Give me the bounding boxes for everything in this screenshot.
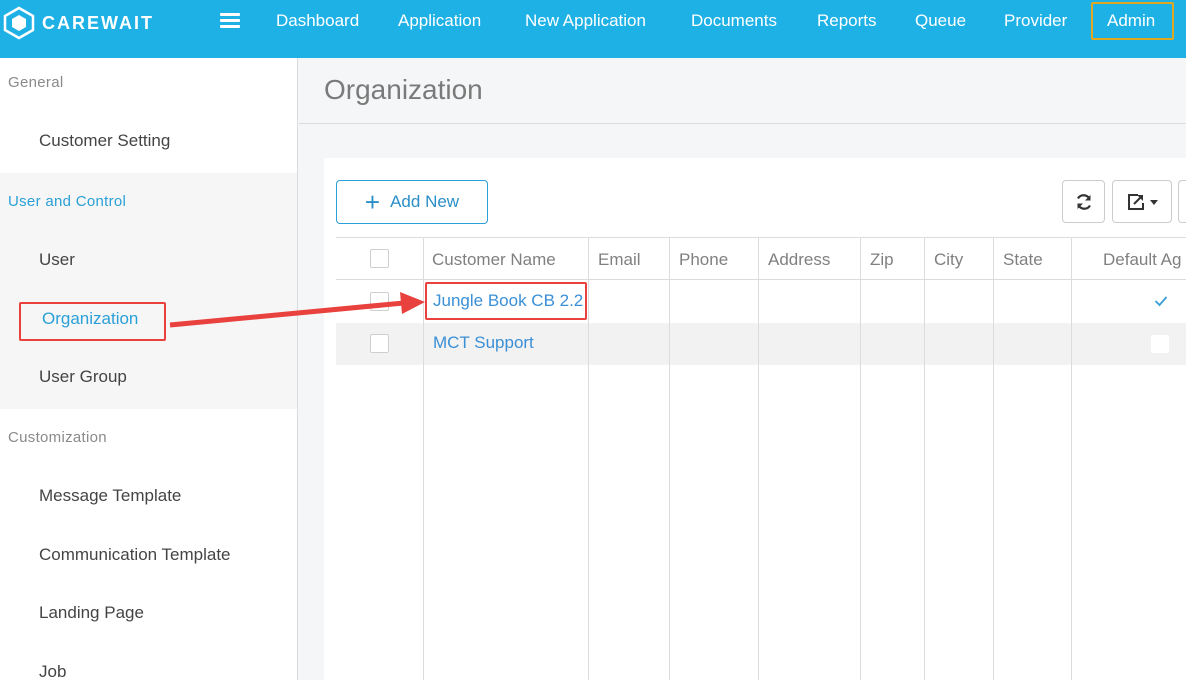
sidebar-item-communication-template[interactable]: Communication Template bbox=[39, 545, 231, 565]
sidebar-item-job[interactable]: Job bbox=[39, 662, 66, 680]
table-row[interactable]: MCT Support bbox=[336, 323, 1186, 365]
col-zip[interactable]: Zip bbox=[870, 250, 894, 270]
add-new-label: Add New bbox=[390, 192, 460, 211]
col-default-agency[interactable]: Default Ag bbox=[1103, 250, 1181, 270]
nav-new-application[interactable]: New Application bbox=[525, 10, 646, 32]
add-new-button[interactable]: + Add New bbox=[336, 180, 488, 224]
sidebar-item-message-template[interactable]: Message Template bbox=[39, 486, 181, 506]
refresh-icon bbox=[1076, 193, 1091, 210]
sidebar: General Customer Setting User and Contro… bbox=[0, 58, 298, 680]
nav-application[interactable]: Application bbox=[398, 10, 481, 32]
customer-name-link[interactable]: MCT Support bbox=[433, 333, 534, 353]
sidebar-item-user[interactable]: User bbox=[39, 250, 75, 270]
main-content: Organization + Add New Customer Name Ema… bbox=[299, 58, 1186, 680]
column-divider bbox=[993, 237, 994, 280]
chevron-down-icon bbox=[1149, 199, 1158, 205]
col-city[interactable]: City bbox=[934, 250, 963, 270]
column-divider bbox=[860, 237, 861, 280]
logo-text: CAREWAIT bbox=[42, 12, 154, 33]
sidebar-group-customization: Customization bbox=[8, 429, 107, 446]
column-divider bbox=[1071, 280, 1072, 680]
column-divider bbox=[758, 237, 759, 680]
sidebar-item-landing-page[interactable]: Landing Page bbox=[39, 603, 144, 623]
table-header: Customer Name Email Phone Address Zip Ci… bbox=[336, 237, 1186, 280]
col-customer-name[interactable]: Customer Name bbox=[432, 250, 556, 270]
column-divider bbox=[588, 237, 589, 680]
sidebar-item-user-group[interactable]: User Group bbox=[39, 367, 127, 387]
column-divider bbox=[993, 280, 994, 680]
nav-reports[interactable]: Reports bbox=[817, 10, 877, 32]
column-divider bbox=[423, 237, 424, 680]
nav-dashboard[interactable]: Dashboard bbox=[276, 10, 359, 32]
column-divider bbox=[669, 237, 670, 680]
row-checkbox[interactable] bbox=[370, 334, 389, 353]
page-title: Organization bbox=[324, 74, 483, 105]
organization-card: + Add New Customer Name Email Phone Addr… bbox=[324, 158, 1186, 680]
sidebar-item-customer-setting[interactable]: Customer Setting bbox=[39, 131, 170, 151]
select-all-checkbox[interactable] bbox=[370, 249, 389, 268]
columns-button[interactable] bbox=[1178, 180, 1186, 223]
column-divider bbox=[860, 280, 861, 680]
col-state[interactable]: State bbox=[1003, 250, 1043, 270]
title-divider bbox=[299, 123, 1186, 124]
col-email[interactable]: Email bbox=[598, 250, 641, 270]
row-checkbox[interactable] bbox=[370, 292, 389, 311]
column-divider bbox=[924, 280, 925, 680]
hamburger-icon[interactable] bbox=[220, 10, 240, 32]
nav-provider[interactable]: Provider bbox=[1004, 10, 1067, 32]
check-icon bbox=[1154, 296, 1168, 307]
sidebar-group-user-and-control: User and Control bbox=[8, 193, 127, 210]
col-phone[interactable]: Phone bbox=[679, 250, 728, 270]
export-icon bbox=[1127, 193, 1144, 210]
admin-highlight-outline bbox=[1091, 2, 1174, 40]
jungle-book-highlight-box bbox=[425, 282, 587, 320]
top-navbar: CAREWAIT Dashboard Application New Appli… bbox=[0, 0, 1186, 58]
app-logo[interactable]: CAREWAIT bbox=[2, 6, 154, 40]
column-divider bbox=[924, 237, 925, 280]
default-agency-checkbox[interactable] bbox=[1151, 335, 1169, 353]
refresh-button[interactable] bbox=[1062, 180, 1105, 223]
export-button[interactable] bbox=[1112, 180, 1172, 223]
organization-highlight-box bbox=[19, 302, 166, 341]
logo-icon bbox=[3, 6, 35, 40]
col-address[interactable]: Address bbox=[768, 250, 830, 270]
nav-queue[interactable]: Queue bbox=[915, 10, 966, 32]
plus-icon: + bbox=[364, 187, 381, 217]
column-divider bbox=[1071, 237, 1072, 280]
sidebar-group-general: General bbox=[8, 74, 64, 91]
nav-documents[interactable]: Documents bbox=[691, 10, 777, 32]
